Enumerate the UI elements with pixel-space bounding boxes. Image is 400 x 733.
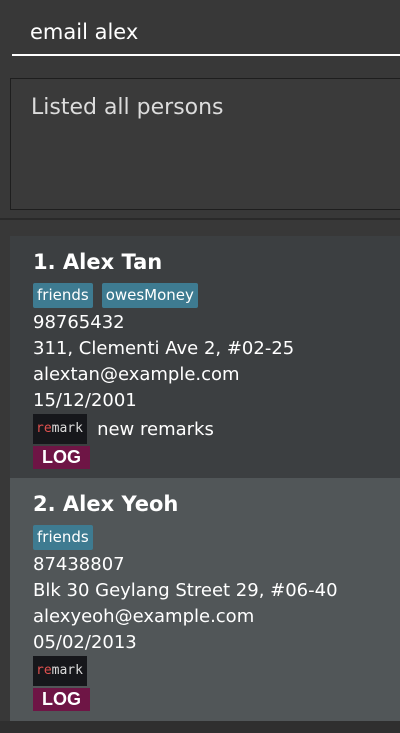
tag: friends	[33, 525, 93, 550]
person-date: 15/12/2001	[33, 390, 137, 411]
person-card[interactable]: 1. Alex Tan friends owesMoney 98765432 31…	[10, 236, 400, 478]
person-remark: new remarks	[97, 418, 214, 440]
person-card-selected[interactable]: 2. Alex Yeoh friends 87438807 Blk 30 Gey…	[10, 478, 400, 721]
remark-badge-text: mark	[51, 421, 83, 436]
remark-row: remark new remarks	[33, 414, 214, 444]
result-text: Listed all persons	[31, 95, 224, 120]
remark-badge-red-text: re	[36, 421, 52, 436]
remark-badge-text: mark	[51, 663, 83, 678]
remark-row: remark	[33, 656, 97, 686]
log-button[interactable]: LOG	[33, 446, 90, 469]
remark-badge: remark	[33, 656, 87, 686]
tag: friends	[33, 283, 93, 308]
tag-list: friends owesMoney	[33, 283, 207, 308]
person-email: alextan@example.com	[33, 364, 240, 385]
person-name: 2. Alex Yeoh	[33, 492, 179, 516]
log-button[interactable]: LOG	[33, 688, 90, 711]
person-name: 1. Alex Tan	[33, 250, 163, 274]
person-date: 05/02/2013	[33, 632, 137, 653]
panel-separator	[0, 218, 400, 220]
bottom-strip	[0, 721, 400, 733]
person-address: 311, Clementi Ave 2, #02-25	[33, 338, 295, 359]
command-input[interactable]: email alex	[12, 8, 400, 56]
command-box: email alex	[0, 0, 400, 66]
person-phone: 87438807	[33, 554, 125, 575]
remark-badge: remark	[33, 414, 87, 444]
result-display: Listed all persons	[10, 78, 400, 210]
person-address: Blk 30 Geylang Street 29, #06-40	[33, 580, 338, 601]
person-phone: 98765432	[33, 312, 125, 333]
person-email: alexyeoh@example.com	[33, 606, 255, 627]
tag: owesMoney	[101, 283, 198, 308]
remark-badge-red-text: re	[36, 663, 52, 678]
tag-list: friends	[33, 525, 102, 550]
